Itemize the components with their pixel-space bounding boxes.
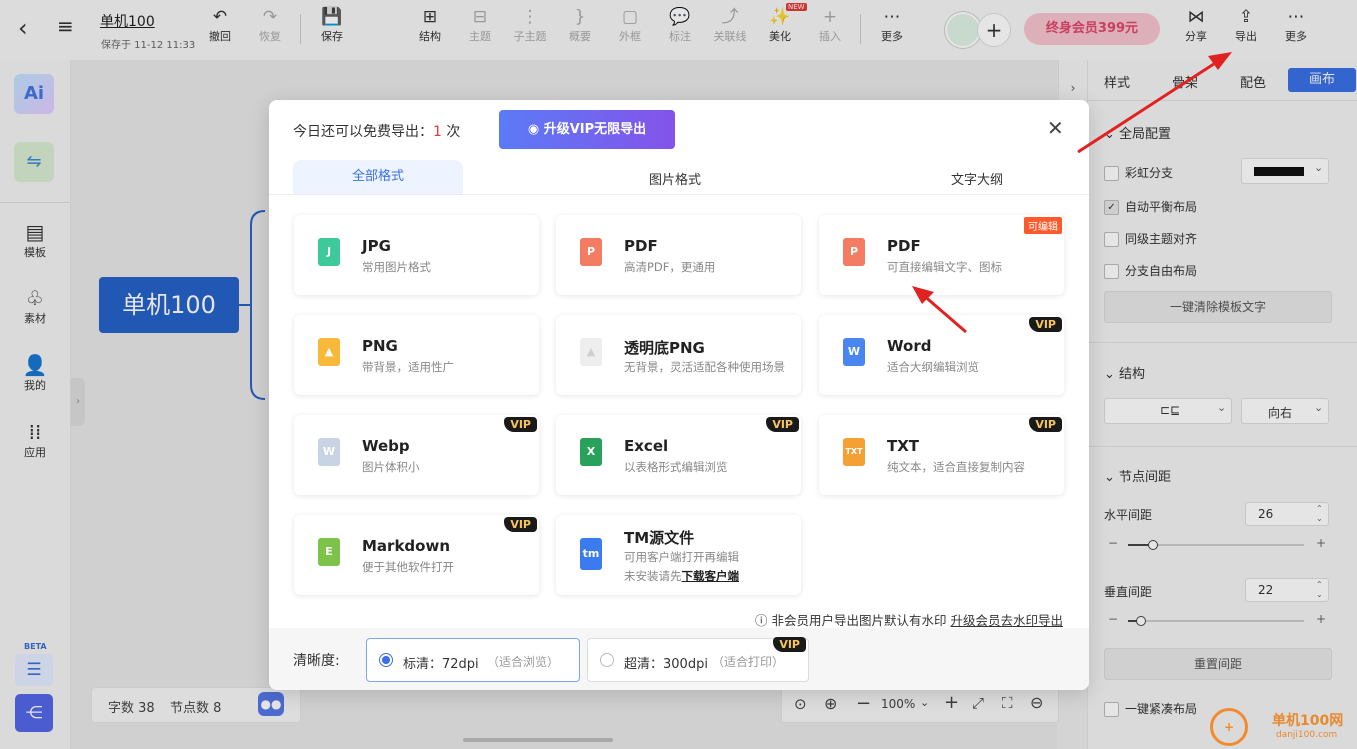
pdf-file-icon: P [843, 238, 865, 266]
watermark-url: danji100.com [1276, 730, 1338, 740]
pdf-file-icon: P [580, 238, 602, 266]
watermark-text: 单机100网 [1272, 713, 1344, 729]
watermark-logo-icon: + [1210, 708, 1248, 746]
tab-text-outline[interactable]: 文字大纲 [951, 169, 1003, 188]
client-download-note: 未安装请先下载客户端 [624, 569, 740, 583]
transparent-png-file-icon: ▲ [580, 338, 602, 366]
txt-file-icon: TXT [843, 438, 865, 466]
remove-watermark-link[interactable]: 升级会员去水印导出 [950, 613, 1063, 628]
radio-selected-icon [379, 653, 393, 667]
format-card-txt[interactable]: TXT TXT 纯文本，适合直接复制内容 VIP [819, 415, 1064, 495]
info-icon: ⓘ [755, 613, 772, 628]
format-card-png[interactable]: ▲ PNG 带背景，适用性广 [294, 315, 539, 395]
vip-badge: VIP [1029, 317, 1062, 332]
word-file-icon: W [843, 338, 865, 366]
clarity-option-hd[interactable]: 超清：300dpi （适合打印） VIP [587, 637, 809, 682]
upgrade-vip-button[interactable]: ◉ 升级VIP无限导出 [499, 110, 675, 149]
watermark-note: ⓘ 非会员用户导出图片默认有水印 升级会员去水印导出 [755, 613, 1063, 628]
format-card-pdf[interactable]: P PDF 高清PDF，更通用 [556, 215, 801, 295]
tm-file-icon: tm [580, 538, 602, 570]
close-icon[interactable]: ✕ [1047, 116, 1064, 140]
vip-badge: VIP [766, 417, 799, 432]
markdown-file-icon: E [318, 538, 340, 566]
format-card-jpg[interactable]: J JPG 常用图片格式 [294, 215, 539, 295]
dialog-footer: 清晰度: 标清：72dpi （适合浏览） 超清：300dpi （适合打印） VI… [269, 628, 1089, 690]
format-card-editable-pdf[interactable]: P PDF 可直接编辑文字、图标 可编辑 [819, 215, 1064, 295]
format-card-markdown[interactable]: E Markdown 便于其他软件打开 VIP [294, 515, 539, 595]
tabs-divider [269, 194, 1089, 195]
format-card-excel[interactable]: X Excel 以表格形式编辑浏览 VIP [556, 415, 801, 495]
vip-badge: VIP [1029, 417, 1062, 432]
download-client-link[interactable]: 下载客户端 [682, 569, 740, 583]
crown-icon: ◉ [527, 122, 544, 137]
editable-badge: 可编辑 [1024, 217, 1062, 234]
export-quota: 今日还可以免费导出：1 次 [293, 124, 461, 140]
site-watermark: + 单机100网 danji100.com [1210, 706, 1357, 749]
tab-image-formats[interactable]: 图片格式 [649, 169, 701, 188]
format-card-word[interactable]: W Word 适合大纲编辑浏览 VIP [819, 315, 1064, 395]
jpg-file-icon: J [318, 238, 340, 266]
tab-all-formats[interactable]: 全部格式 [293, 160, 463, 194]
export-dialog: 今日还可以免费导出：1 次 ◉ 升级VIP无限导出 ✕ 全部格式 图片格式 文字… [269, 100, 1089, 690]
format-card-tm-source[interactable]: tm TM源文件 可用客户端打开再编辑 未安装请先下载客户端 [556, 515, 801, 595]
excel-file-icon: X [580, 438, 602, 466]
clarity-label: 清晰度: [293, 653, 340, 669]
format-card-webp[interactable]: W Webp 图片体积小 VIP [294, 415, 539, 495]
clarity-option-standard[interactable]: 标清：72dpi （适合浏览） [366, 638, 580, 682]
png-file-icon: ▲ [318, 338, 340, 366]
vip-badge: VIP [504, 517, 537, 532]
format-card-transparent-png[interactable]: ▲ 透明底PNG 无背景，灵活适配各种使用场景 [556, 315, 801, 395]
vip-badge: VIP [504, 417, 537, 432]
vip-badge: VIP [773, 637, 806, 652]
webp-file-icon: W [318, 438, 340, 466]
radio-icon [600, 653, 614, 667]
